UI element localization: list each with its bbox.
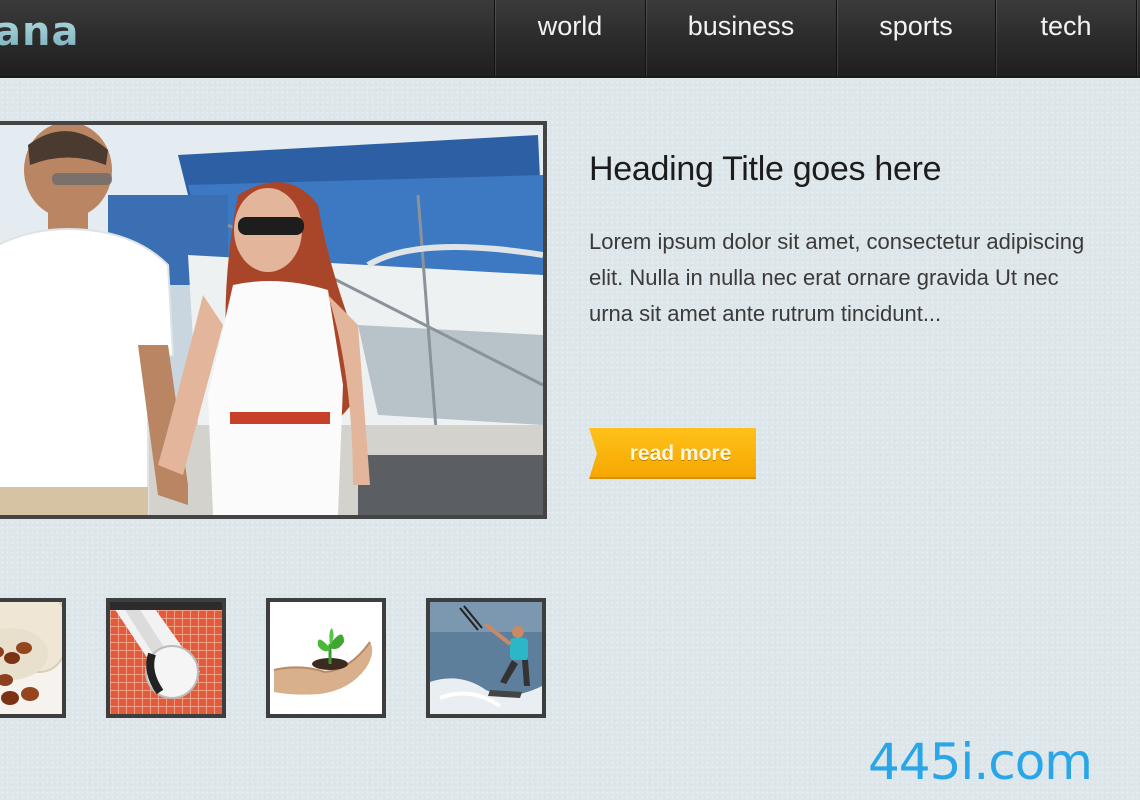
thumbnail-1[interactable]: [0, 598, 66, 718]
nav-divider: [1136, 0, 1140, 76]
pill-bottle-photo: [0, 602, 62, 714]
top-navigation-bar: ana world business sports tech: [0, 0, 1140, 78]
badminton-shuttlecock-photo: [110, 602, 222, 714]
site-logo[interactable]: ana: [0, 6, 79, 58]
article-heading[interactable]: Heading Title goes here: [589, 150, 942, 189]
nav-item-tech[interactable]: tech: [995, 0, 1136, 76]
thumbnail-2[interactable]: [106, 598, 226, 718]
hand-holding-sprout-photo: [270, 602, 382, 714]
kitesurfer-photo: [430, 602, 542, 714]
couple-at-marina-photo: [0, 125, 543, 515]
main-nav: world business sports tech: [494, 0, 1140, 76]
thumbnail-4[interactable]: [426, 598, 546, 718]
read-more-button[interactable]: read more: [589, 428, 756, 479]
nav-item-sports[interactable]: sports: [836, 0, 995, 76]
thumbnail-3[interactable]: [266, 598, 386, 718]
watermark-text: 445i.com: [868, 733, 1093, 791]
featured-image[interactable]: [0, 121, 547, 519]
article-excerpt: Lorem ipsum dolor sit amet, consectetur …: [589, 229, 1085, 326]
nav-item-world[interactable]: world: [494, 0, 645, 76]
nav-item-business[interactable]: business: [645, 0, 836, 76]
